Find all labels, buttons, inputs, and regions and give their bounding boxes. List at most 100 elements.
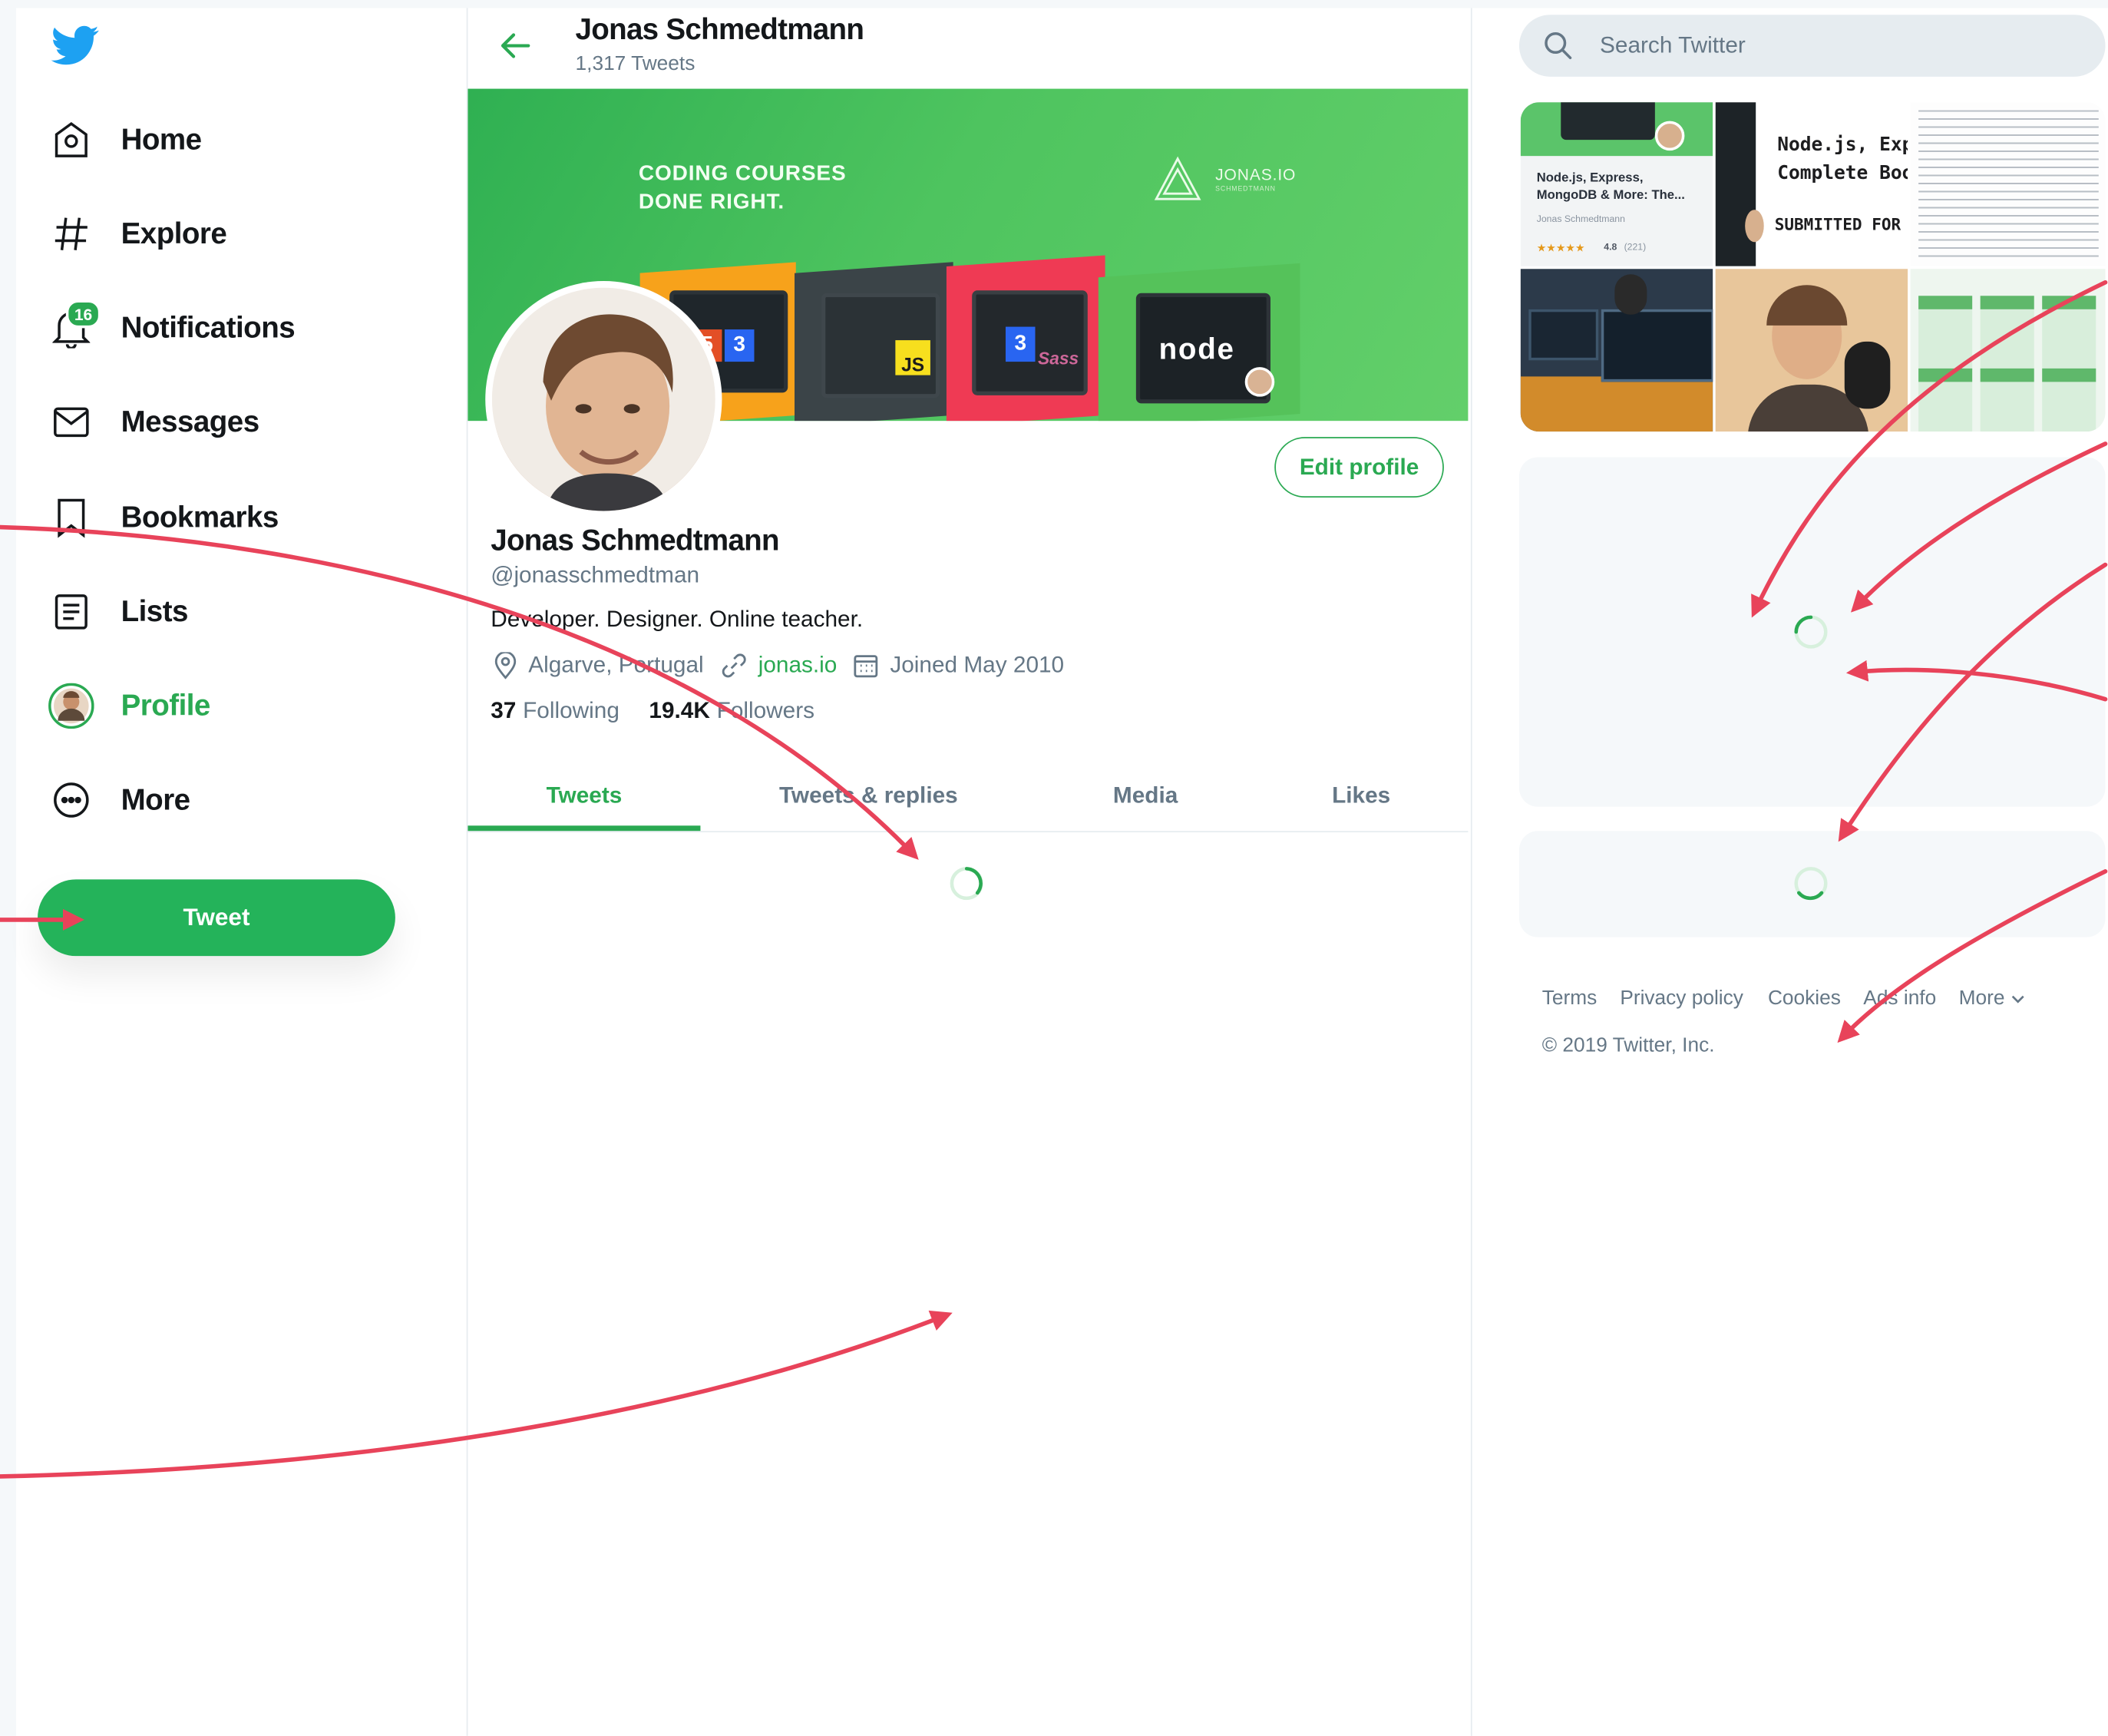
top-strip: [0, 0, 2108, 8]
avatar-icon: [48, 683, 94, 729]
nav-lists-label: Lists: [121, 594, 189, 628]
nav-bookmarks-label: Bookmarks: [121, 500, 279, 534]
nav-profile-label: Profile: [121, 688, 211, 723]
nav-more[interactable]: More: [48, 770, 190, 829]
media-grid: Node.js, Express, MongoDB & More: The...…: [1520, 102, 2106, 432]
thumb1-reviews: (221): [1624, 243, 1647, 253]
laptop-node: node: [1135, 293, 1275, 404]
sass-logo-icon: Sass: [1038, 348, 1079, 369]
nav-notifications-label: Notifications: [121, 310, 296, 345]
laptop-css: 3 Sass: [972, 290, 1088, 395]
follow-loading-spinner-icon: [1794, 867, 1828, 901]
search-box[interactable]: [1518, 15, 2106, 77]
left-gutter: [0, 0, 17, 1736]
tab-tweets[interactable]: Tweets: [468, 761, 700, 831]
following-label: Following: [523, 697, 620, 724]
tab-media[interactable]: Media: [1036, 761, 1254, 831]
chevron-down-icon: [2012, 994, 2024, 1003]
js-badge: JS: [895, 340, 930, 375]
twitter-logo-icon[interactable]: [51, 25, 100, 68]
node-logo: node: [1158, 332, 1235, 366]
footer-ads-info[interactable]: Ads info: [1863, 987, 1936, 1010]
media-thumb-5[interactable]: [1715, 269, 1908, 432]
thumb2-sub: SUBMITTED FOR: [1774, 215, 1901, 234]
profile-joined-text: Joined May 2010: [890, 652, 1065, 678]
followers-count: 19.4K: [649, 697, 710, 724]
timeline-loading-spinner-icon: [950, 867, 983, 901]
location-pin-icon: [494, 652, 517, 680]
thumb1-author: Jonas Schmedtmann: [1536, 215, 1625, 225]
tab-active-underline: [468, 825, 701, 832]
footer-copyright: © 2019 Twitter, Inc.: [1541, 1033, 1715, 1057]
search-input[interactable]: [1597, 31, 2087, 61]
profile-handle: @jonasschmedtman: [491, 562, 700, 588]
followers-stat[interactable]: 19.4K Followers: [649, 698, 814, 725]
nav-home-label: Home: [121, 122, 202, 157]
nav-explore-label: Explore: [121, 216, 227, 250]
banner-brand-sub: SCHMEDTMANN: [1215, 185, 1276, 194]
tab-tweets-replies[interactable]: Tweets & replies: [700, 761, 1036, 831]
bell-icon: 16: [48, 299, 101, 352]
banner-brand: JONAS.IO: [1215, 165, 1297, 184]
back-arrow-icon[interactable]: [497, 27, 535, 64]
nav-messages-label: Messages: [121, 405, 260, 438]
nav-bookmarks[interactable]: Bookmarks: [48, 488, 279, 547]
calendar-icon: [854, 655, 878, 678]
thumb1-title: Node.js, Express, MongoDB & More: The...: [1536, 170, 1685, 203]
footer-more[interactable]: More: [1959, 987, 2027, 1010]
search-icon: [1545, 32, 1572, 60]
media-thumb-3[interactable]: [1910, 102, 2106, 266]
header-tweet-count: 1,317 Tweets: [575, 52, 696, 76]
link-icon: [722, 653, 746, 678]
list-icon: [48, 589, 94, 635]
bookmark-icon: [48, 494, 94, 541]
css3-badge: 3: [1005, 326, 1036, 362]
nav-messages[interactable]: Messages: [48, 392, 259, 451]
followers-label: Followers: [716, 697, 815, 724]
profile-avatar-photo: [491, 287, 715, 511]
footer-terms[interactable]: Terms: [1542, 987, 1598, 1010]
nav-notifications[interactable]: 16 Notifications: [48, 299, 296, 358]
more-icon: [48, 777, 94, 823]
following-count: 37: [491, 697, 517, 724]
media-thumb-6[interactable]: [1910, 269, 2106, 432]
nav-home[interactable]: Home: [48, 111, 202, 170]
tweet-button[interactable]: Tweet: [38, 879, 395, 957]
footer-more-label: More: [1958, 987, 2005, 1010]
footer-cookies[interactable]: Cookies: [1768, 987, 1841, 1010]
media-thumb-4[interactable]: [1520, 269, 1713, 432]
hashtag-icon: [48, 211, 94, 257]
media-thumb-2[interactable]: Node.js, Expre Complete Boo SUBMITTED FO…: [1715, 102, 1908, 266]
author-mini-avatar: [1244, 367, 1275, 397]
media-thumb-1[interactable]: Node.js, Express, MongoDB & More: The...…: [1520, 102, 1713, 266]
envelope-icon: [48, 399, 94, 445]
profile-name: Jonas Schmedtmann: [491, 523, 779, 557]
nav-more-label: More: [121, 782, 191, 817]
edit-profile-button[interactable]: Edit profile: [1274, 437, 1444, 498]
thumb1-stars-icon: ★★★★★: [1536, 242, 1585, 254]
nav-profile[interactable]: Profile: [48, 676, 210, 736]
header-name: Jonas Schmedtmann: [575, 12, 864, 46]
notifications-badge: 16: [65, 299, 101, 329]
thumb2-title: Node.js, Expre Complete Boo: [1777, 134, 1908, 184]
home-icon: [48, 117, 94, 163]
profile-website-link[interactable]: jonas.io: [758, 652, 838, 679]
thumb1-rating: 4.8: [1604, 243, 1617, 253]
laptop-js: JS: [821, 293, 940, 398]
following-stat[interactable]: 37 Following: [491, 698, 620, 725]
css3-badge-small: 3: [724, 329, 755, 362]
profile-stats: 37 Following 19.4K Followers: [491, 698, 814, 725]
profile-location: Algarve, Portugal: [494, 652, 704, 680]
tabs-divider: [468, 831, 1469, 833]
profile-location-text: Algarve, Portugal: [528, 652, 704, 678]
footer-privacy[interactable]: Privacy policy: [1620, 987, 1743, 1010]
profile-bio: Developer. Designer. Online teacher.: [491, 606, 864, 633]
banner-headline: CODING COURSES DONE RIGHT.: [638, 162, 847, 214]
profile-joined: Joined May 2010: [852, 652, 1064, 679]
trends-loading-spinner-icon: [1794, 615, 1828, 649]
profile-website[interactable]: jonas.io: [721, 652, 838, 679]
tab-likes[interactable]: Likes: [1254, 761, 1468, 831]
nav-lists[interactable]: Lists: [48, 582, 188, 641]
nav-explore[interactable]: Explore: [48, 204, 227, 263]
jonas-logo-icon: [1154, 156, 1202, 202]
